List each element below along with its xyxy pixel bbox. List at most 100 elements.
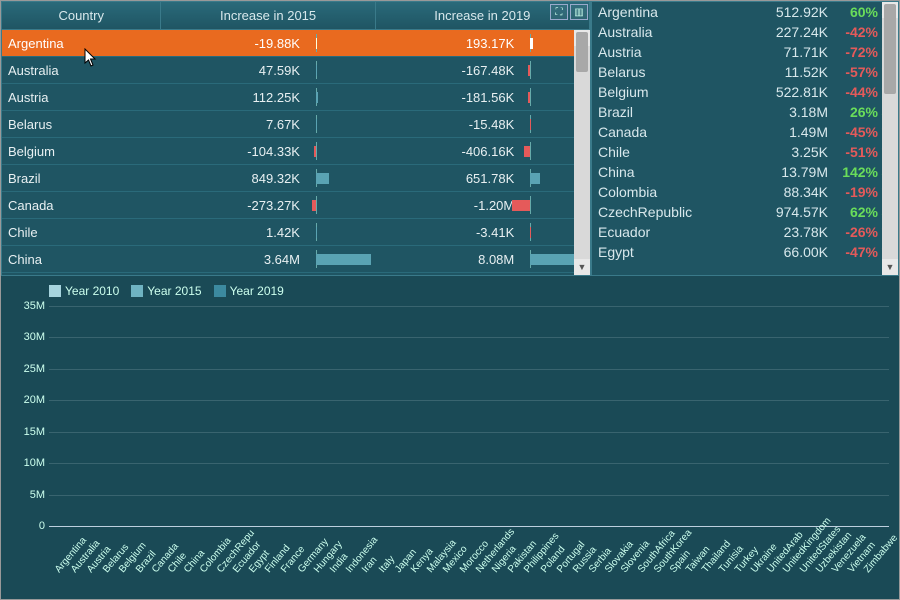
list-item[interactable]: Belgium522.81K-44%▼	[592, 82, 898, 102]
summary-amount: 974.57K	[756, 204, 828, 220]
sparkline	[306, 111, 376, 137]
x-tick: Italy	[377, 554, 397, 575]
list-item[interactable]: China13.79M142%▲	[592, 162, 898, 182]
country-cell: Argentina	[2, 30, 161, 56]
summary-name: Brazil	[598, 104, 756, 120]
list-item[interactable]: Belarus11.52K-57%▼	[592, 62, 898, 82]
sparkline	[306, 219, 376, 245]
col-header-country[interactable]: Country	[2, 2, 161, 29]
summary-amount: 23.78K	[756, 224, 828, 240]
summary-name: Argentina	[598, 4, 756, 20]
value-2015: -104.33K	[161, 138, 306, 164]
chart-legend: Year 2010Year 2015Year 2019	[9, 280, 891, 298]
y-tick: 10M	[9, 457, 45, 469]
table-row[interactable]: Belarus7.67K-15.48K	[2, 111, 590, 138]
value-2019: -406.16K	[376, 138, 521, 164]
list-item[interactable]: Austria71.71K-72%▼	[592, 42, 898, 62]
table-row[interactable]: Australia47.59K-167.48K	[2, 57, 590, 84]
value-2019: -181.56K	[376, 84, 521, 110]
value-2015: 849.32K	[161, 165, 306, 191]
list-item[interactable]: Canada1.49M-45%▼	[592, 122, 898, 142]
value-2015: 47.59K	[161, 57, 306, 83]
grid-scrollbar[interactable]: ▲ ▼	[574, 30, 590, 275]
summary-name: Chile	[598, 144, 756, 160]
y-tick: 15M	[9, 426, 45, 438]
value-2015: 3.64M	[161, 246, 306, 272]
summary-pct: -44%	[828, 84, 878, 100]
legend-item: Year 2010	[49, 284, 119, 298]
table-row[interactable]: Chile1.42K -3.41K	[2, 219, 590, 246]
list-item[interactable]: Colombia88.34K-19%▼	[592, 182, 898, 202]
summary-name: Colombia	[598, 184, 756, 200]
list-item[interactable]: Egypt66.00K-47%▼	[592, 242, 898, 262]
chart-plot-area: 05M10M15M20M25M30M35M	[49, 306, 889, 527]
table-row[interactable]: Argentina-19.88K193.17K	[2, 30, 590, 57]
value-2019: 651.78K	[376, 165, 521, 191]
grid-header: Country Increase in 2015 Increase in 201…	[2, 2, 590, 30]
country-cell: Brazil	[2, 165, 161, 191]
summary-name: Canada	[598, 124, 756, 140]
summary-pct: -45%	[828, 124, 878, 140]
summary-scrollbar[interactable]: ▲ ▼	[882, 2, 898, 275]
country-cell: Canada	[2, 192, 161, 218]
table-row[interactable]: China3.64M8.08M	[2, 246, 590, 273]
scroll-down-icon[interactable]: ▼	[882, 259, 898, 275]
table-row[interactable]: Austria112.25K-181.56K	[2, 84, 590, 111]
list-item[interactable]: Ecuador23.78K-26%▼	[592, 222, 898, 242]
data-grid[interactable]: Country Increase in 2015 Increase in 201…	[1, 1, 591, 276]
sparkline	[306, 138, 376, 164]
table-row[interactable]: Belgium-104.33K-406.16K	[2, 138, 590, 165]
sparkline	[306, 30, 376, 56]
summary-amount: 71.71K	[756, 44, 828, 60]
summary-name: Austria	[598, 44, 756, 60]
summary-list[interactable]: Argentina512.92K60%▲Australia227.24K-42%…	[591, 1, 899, 276]
col-header-increase-2015[interactable]: Increase in 2015	[161, 2, 375, 29]
summary-amount: 227.24K	[756, 24, 828, 40]
y-tick: 20M	[9, 394, 45, 406]
legend-label: Year 2019	[230, 284, 284, 298]
y-tick: 35M	[9, 300, 45, 312]
summary-pct: 62%	[828, 204, 878, 220]
table-row[interactable]: Canada-273.27K-1.20M	[2, 192, 590, 219]
scroll-thumb[interactable]	[576, 32, 588, 72]
scroll-thumb[interactable]	[884, 4, 896, 94]
table-row[interactable]: Brazil849.32K 651.78K	[2, 165, 590, 192]
expand-icon[interactable]: ⛶	[550, 4, 568, 20]
summary-pct: 26%	[828, 104, 878, 120]
country-cell: Australia	[2, 57, 161, 83]
y-tick: 25M	[9, 363, 45, 375]
list-item[interactable]: CzechRepublic974.57K62%▲	[592, 202, 898, 222]
grid-body: Argentina-19.88K193.17KAustralia47.59K-1…	[2, 30, 590, 275]
value-2019: -3.41K	[376, 219, 521, 245]
summary-pct: 60%	[828, 4, 878, 20]
legend-label: Year 2010	[65, 284, 119, 298]
summary-amount: 11.52K	[756, 64, 828, 80]
value-2019: 8.08M	[376, 246, 521, 272]
value-2015: 1.42K	[161, 219, 306, 245]
y-tick: 5M	[9, 489, 45, 501]
legend-item: Year 2019	[214, 284, 284, 298]
chart-view-icon[interactable]: ▥	[570, 4, 588, 20]
value-2019: -1.20M	[376, 192, 521, 218]
summary-amount: 512.92K	[756, 4, 828, 20]
value-2019: -15.48K	[376, 111, 521, 137]
list-item[interactable]: Brazil3.18M26%▲	[592, 102, 898, 122]
list-item[interactable]: Chile3.25K-51%▼	[592, 142, 898, 162]
summary-name: Belarus	[598, 64, 756, 80]
summary-pct: -26%	[828, 224, 878, 240]
summary-pct: -51%	[828, 144, 878, 160]
list-item[interactable]: Argentina512.92K60%▲	[592, 2, 898, 22]
value-2015: 7.67K	[161, 111, 306, 137]
sparkline	[306, 84, 376, 110]
list-item[interactable]: Australia227.24K-42%▼	[592, 22, 898, 42]
summary-name: Egypt	[598, 244, 756, 260]
summary-amount: 88.34K	[756, 184, 828, 200]
country-cell: Chile	[2, 219, 161, 245]
summary-amount: 13.79M	[756, 164, 828, 180]
summary-amount: 522.81K	[756, 84, 828, 100]
scroll-down-icon[interactable]: ▼	[574, 259, 590, 275]
summary-amount: 3.25K	[756, 144, 828, 160]
summary-amount: 3.18M	[756, 104, 828, 120]
chart-x-axis: ArgentinaAustraliaAustriaBelarusBelgiumB…	[49, 529, 889, 599]
summary-pct: -72%	[828, 44, 878, 60]
